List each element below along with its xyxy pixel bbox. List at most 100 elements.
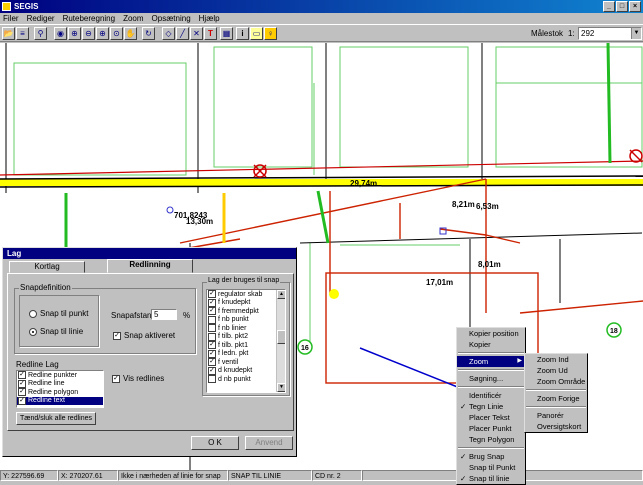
zoom-menu-item-zoom-ind[interactable]: Zoom Ind xyxy=(525,354,587,365)
status-bar: Y: 227596.69 X: 270207.61 Ikke i nærhede… xyxy=(0,470,643,481)
map-label-dim4: 8,21m xyxy=(452,200,475,209)
menu-ruteberegning[interactable]: Ruteberegning xyxy=(63,13,115,24)
scale-select[interactable]: 292 ▼ xyxy=(578,27,642,40)
binoculars-icon[interactable]: ⚲ xyxy=(34,27,47,40)
minimize-button[interactable]: _ xyxy=(603,1,615,12)
line-icon[interactable]: ╱ xyxy=(176,27,189,40)
zoom-menu-item-panor-r[interactable]: Panorér xyxy=(525,410,587,421)
snap-layers-scrollbar[interactable]: ▲ ▼ xyxy=(276,290,285,392)
close-button[interactable]: × xyxy=(629,1,641,12)
scroll-up-icon[interactable]: ▲ xyxy=(277,290,285,299)
toggle-all-redlines-button[interactable]: Tænd/sluk alle redlines xyxy=(16,412,96,425)
snap-layer-item[interactable]: f tilb. pkt2 xyxy=(207,332,285,342)
show-redlines-row[interactable]: ✓ Vis redlines xyxy=(112,374,164,383)
grid-icon[interactable]: ▦ xyxy=(220,27,233,40)
context-menu-item-tegn-polygon[interactable]: Tegn Polygon xyxy=(457,434,525,445)
snap-layer-checkbox[interactable] xyxy=(208,332,216,341)
context-menu-item-tegn-linie[interactable]: ✓ Tegn Linie xyxy=(457,401,525,412)
snap-layers-list[interactable]: ✓ regulator skab ✓ f knudepkt ✓ f fremmedpkt f… xyxy=(206,289,286,393)
snap-distance-input[interactable]: 5 xyxy=(151,309,177,320)
menu-filer[interactable]: Filer xyxy=(3,13,19,24)
context-menu-item-zoom[interactable]: Zoom ▶ xyxy=(457,356,525,367)
ok-button[interactable]: O K xyxy=(191,436,239,450)
zoom-out-icon[interactable]: ⊖ xyxy=(82,27,95,40)
redline-layer-checkbox[interactable]: ✓ xyxy=(18,371,26,380)
snap-layer-item[interactable]: ✓ f tilb. pkt1 xyxy=(207,341,285,350)
snap-layer-checkbox[interactable]: ✓ xyxy=(208,349,216,358)
menu-opsaetning[interactable]: Opsætning xyxy=(152,13,191,24)
snap-layer-checkbox[interactable]: ✓ xyxy=(208,366,216,375)
context-menu-item-placer-punkt[interactable]: Placer Punkt xyxy=(457,423,525,434)
snap-layer-item[interactable]: ✓ f ventil xyxy=(207,358,285,367)
context-menu-item-snap-til-punkt[interactable]: Snap til Punkt xyxy=(457,462,525,473)
snap-layer-item[interactable]: ✓ regulator skab xyxy=(207,290,285,299)
maximize-button[interactable]: □ xyxy=(616,1,628,12)
zoom-area-icon[interactable]: ⊕ xyxy=(96,27,109,40)
snap-layer-checkbox[interactable] xyxy=(208,375,216,384)
menu-rediger[interactable]: Rediger xyxy=(27,13,55,24)
snap-layer-checkbox[interactable]: ✓ xyxy=(208,298,216,307)
redline-layers-list[interactable]: ✓ Redline punkter ✓ Redline line ✓ Redline po… xyxy=(16,370,104,408)
redline-layer-item[interactable]: ✓ Redline text xyxy=(17,396,103,405)
zoom-fit-icon[interactable]: ⊙ xyxy=(110,27,123,40)
redline-layer-checkbox[interactable]: ✓ xyxy=(18,388,26,397)
snap-layer-checkbox[interactable]: ✓ xyxy=(208,358,216,367)
scroll-thumb[interactable] xyxy=(277,330,285,344)
zoom-menu-item-zoom-omr-de[interactable]: Zoom Område xyxy=(525,376,587,387)
snap-layer-item[interactable]: ✓ f fremmedpkt xyxy=(207,307,285,316)
snap-layer-item[interactable]: ✓ d knudepkt xyxy=(207,366,285,376)
open-icon[interactable]: 📂 xyxy=(2,27,15,40)
snap-layer-item[interactable]: ✓ f ledn. pkt xyxy=(207,349,285,359)
rectangle-icon[interactable]: ▭ xyxy=(250,27,263,40)
redline-layer-checkbox[interactable]: ✓ xyxy=(18,379,26,388)
context-menu-item-s-gning[interactable]: Søgning... xyxy=(457,373,525,384)
radio-snap-point[interactable]: Snap til punkt xyxy=(29,309,88,318)
layers-icon[interactable]: ≡ xyxy=(16,27,29,40)
snap-layer-checkbox[interactable] xyxy=(208,315,216,324)
context-menu-item-placer-tekst[interactable]: Placer Tekst xyxy=(457,412,525,423)
pan-hand-icon[interactable]: ✋ xyxy=(124,27,137,40)
snap-layer-checkbox[interactable]: ✓ xyxy=(208,290,216,299)
chevron-down-icon[interactable]: ▼ xyxy=(631,28,641,39)
info-icon[interactable]: i xyxy=(236,27,249,40)
apply-button[interactable]: Anvend xyxy=(245,436,293,450)
menu-hjaelp[interactable]: Hjælp xyxy=(199,13,220,24)
menu-separator xyxy=(526,389,586,391)
zoom-menu-item-zoom-ud[interactable]: Zoom Ud xyxy=(525,365,587,376)
radio-snap-point-dot[interactable] xyxy=(29,309,37,318)
zoom-menu-item-oversigtskort[interactable]: Oversigtskort xyxy=(525,421,587,432)
snap-active-checkbox-row[interactable]: ✓ Snap aktiveret xyxy=(113,331,175,340)
tab-kortlag[interactable]: Kortlag xyxy=(9,261,85,273)
show-redlines-checkbox[interactable]: ✓ xyxy=(112,374,120,383)
context-menu-item-kopier-position[interactable]: Kopier position xyxy=(457,328,525,339)
globe-icon[interactable]: ◉ xyxy=(54,27,67,40)
context-menu-item-kopier[interactable]: Kopier xyxy=(457,339,525,350)
zoom-menu-item-zoom-forige[interactable]: Zoom Forige xyxy=(525,393,587,404)
context-menu-item-snap-til-linie[interactable]: ✓ Snap til linie xyxy=(457,473,525,484)
redline-layer-item[interactable]: ✓ Redline line xyxy=(17,379,103,389)
redline-layer-item[interactable]: ✓ Redline polygon xyxy=(17,388,103,397)
text-icon[interactable]: T xyxy=(204,27,217,40)
delete-icon[interactable]: ✕ xyxy=(190,27,203,40)
snap-layer-checkbox[interactable]: ✓ xyxy=(208,307,216,316)
snap-layer-item[interactable]: f nb punkt xyxy=(207,315,285,325)
menu-zoom[interactable]: Zoom xyxy=(123,13,143,24)
redline-layer-item[interactable]: ✓ Redline punkter xyxy=(17,371,103,380)
polygon-icon[interactable]: ◇ xyxy=(162,27,175,40)
rotate-icon[interactable]: ↻ xyxy=(142,27,155,40)
snap-layer-checkbox[interactable] xyxy=(208,324,216,333)
snap-layer-item[interactable]: ✓ f knudepkt xyxy=(207,298,285,308)
redline-layer-checkbox[interactable]: ✓ xyxy=(18,396,26,405)
radio-snap-line[interactable]: Snap til linie xyxy=(29,327,83,336)
context-menu-item-brug-snap[interactable]: ✓ Brug Snap xyxy=(457,451,525,462)
snap-active-checkbox[interactable]: ✓ xyxy=(113,331,121,340)
radio-snap-line-dot[interactable] xyxy=(29,327,37,336)
snap-layer-checkbox[interactable]: ✓ xyxy=(208,341,216,350)
lamp-icon[interactable]: ♀ xyxy=(264,27,277,40)
context-menu-item-identific-r[interactable]: Identificér xyxy=(457,390,525,401)
tab-redlinning[interactable]: Redlinning xyxy=(107,259,193,273)
snap-layer-item[interactable]: f nb linier xyxy=(207,324,285,333)
scroll-down-icon[interactable]: ▼ xyxy=(277,383,285,392)
zoom-in-icon[interactable]: ⊕ xyxy=(68,27,81,40)
snap-layer-item[interactable]: d nb punkt xyxy=(207,375,285,384)
